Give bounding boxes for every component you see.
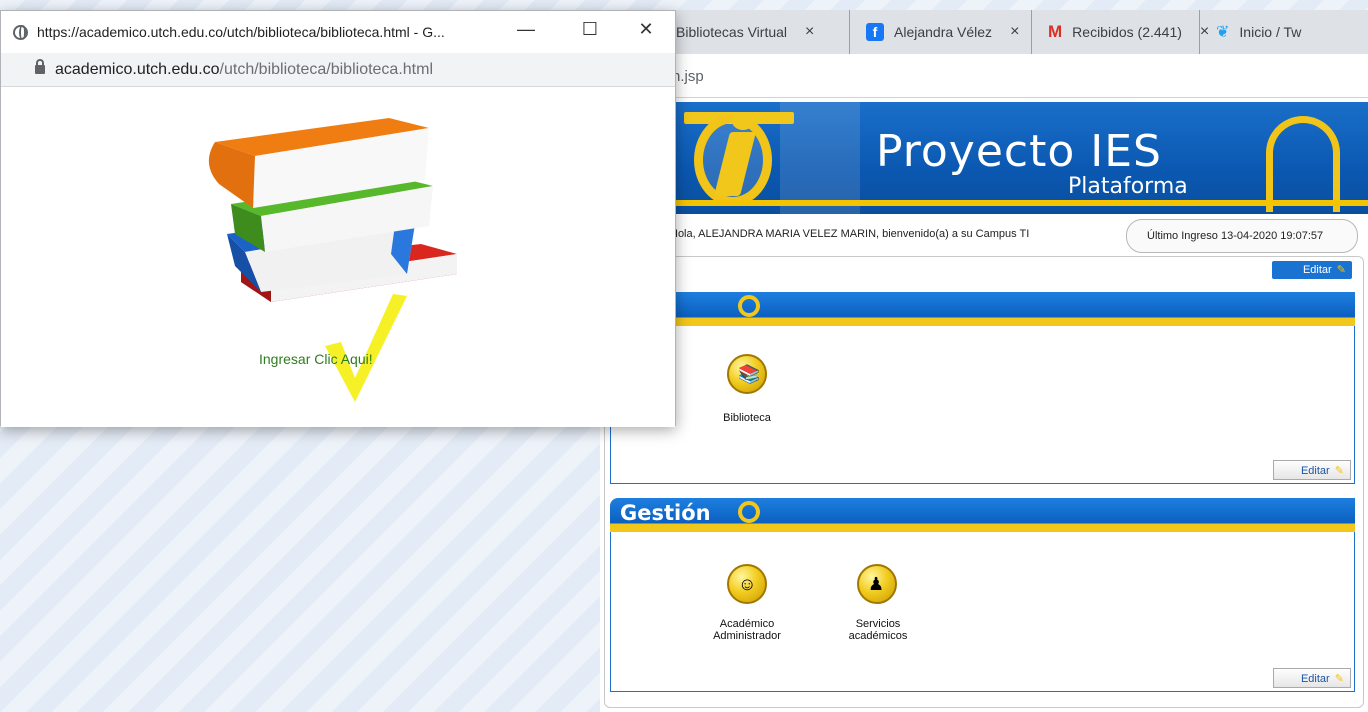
popup-content: Ingresar Clic Aqui!	[1, 88, 675, 427]
section-title: Gestión	[620, 501, 711, 525]
logo-dot	[732, 112, 754, 130]
tab-label: Alejandra Vélez	[894, 24, 993, 40]
url-host: academico.utch.edu.co	[55, 61, 220, 78]
tab-twitter[interactable]: ❦ Inicio / Tw	[1200, 10, 1368, 54]
edit-button-gestion[interactable]: Editar ✎	[1273, 668, 1351, 688]
section-logo-icon	[738, 501, 760, 523]
book-stack-glyph: 📚	[738, 364, 761, 384]
tab-bibliotecas-virtuales[interactable]: Bibliotecas Virtual ×	[660, 10, 850, 54]
section-logo-icon	[738, 295, 760, 317]
section-header-gestion: Gestión	[610, 498, 1355, 532]
globe-icon	[13, 25, 28, 40]
app-label-academico-administrador[interactable]: Académico Administrador	[699, 618, 795, 642]
minimize-button[interactable]: —	[511, 19, 541, 40]
tab-close-icon[interactable]: ×	[805, 23, 814, 41]
browser-tab-strip: Bibliotecas Virtual × f Alejandra Vélez …	[660, 10, 1368, 54]
app-label-servicios-academicos[interactable]: Servicios académicos	[833, 618, 923, 642]
edit-label: Editar	[1300, 673, 1330, 685]
last-login-badge: Último Ingreso 13-04-2020 19:07:57	[1126, 219, 1358, 253]
pencil-icon: ✎	[1336, 264, 1346, 276]
gmail-icon: M	[1048, 22, 1063, 41]
url-text: academico.utch.edu.co/utch/biblioteca/bi…	[55, 61, 433, 79]
tab-label: Inicio / Tw	[1239, 24, 1302, 40]
popup-window: https://academico.utch.edu.co/utch/bibli…	[0, 10, 676, 427]
section-header-servicios: cios	[604, 292, 1355, 326]
edit-label: Editar	[1300, 465, 1330, 477]
app-label-biblioteca[interactable]: Biblioteca	[707, 412, 787, 424]
smiley-glyph: ☺	[738, 574, 757, 594]
section-body-gestion: ☺ Académico Administrador ♟ Servicios ac…	[610, 532, 1355, 692]
tab-facebook[interactable]: f Alejandra Vélez ×	[850, 10, 1032, 54]
address-bar[interactable]: n.jsp	[660, 54, 1368, 98]
facebook-icon: f	[866, 23, 884, 41]
url-path: /utch/biblioteca/biblioteca.html	[219, 61, 433, 78]
enter-link[interactable]: Ingresar Clic Aqui!	[259, 351, 373, 367]
portal-banner: Proyecto IES Plataforma	[660, 102, 1368, 214]
close-button[interactable]: ✕	[631, 19, 661, 40]
maximize-button[interactable]: ☐	[575, 19, 605, 40]
yellow-checkmark-icon	[325, 294, 407, 402]
popup-title-bar[interactable]: https://academico.utch.edu.co/utch/bibli…	[1, 11, 675, 53]
section-body-servicios: 📚 Biblioteca Editar ✎	[610, 326, 1355, 484]
twitter-icon: ❦	[1216, 24, 1230, 41]
tab-label: Recibidos (2.441)	[1072, 24, 1182, 40]
tab-label: Bibliotecas Virtual	[676, 24, 788, 40]
academic-services-icon[interactable]: ♟	[857, 564, 897, 604]
lock-icon	[35, 59, 45, 74]
banner-stripe	[660, 200, 1368, 206]
banner-subtitle: Plataforma	[1068, 174, 1188, 199]
portal-page: Proyecto IES Plataforma Hola, ALEJANDRA …	[600, 98, 1368, 712]
books-icon[interactable]: 📚	[727, 354, 767, 394]
welcome-message: Hola, ALEJANDRA MARIA VELEZ MARIN, bienv…	[670, 228, 1030, 240]
popup-title: https://academico.utch.edu.co/utch/bibli…	[37, 24, 445, 40]
popup-url-bar[interactable]: academico.utch.edu.co/utch/biblioteca/bi…	[1, 53, 675, 87]
tab-close-icon[interactable]: ×	[1010, 23, 1019, 41]
academic-admin-icon[interactable]: ☺	[727, 564, 767, 604]
pencil-icon: ✎	[1334, 465, 1344, 477]
arch-logo-icon	[1266, 116, 1340, 212]
pencil-icon: ✎	[1334, 673, 1344, 685]
edit-button-servicios[interactable]: Editar ✎	[1273, 460, 1351, 480]
edit-label: Editar	[1302, 264, 1332, 276]
edit-button-top[interactable]: Editar ✎	[1272, 261, 1352, 279]
tab-gmail[interactable]: M Recibidos (2.441) ×	[1032, 10, 1209, 54]
banner-title: Proyecto IES	[876, 126, 1162, 177]
people-glyph: ♟	[868, 574, 885, 594]
address-fragment: n.jsp	[672, 68, 704, 85]
